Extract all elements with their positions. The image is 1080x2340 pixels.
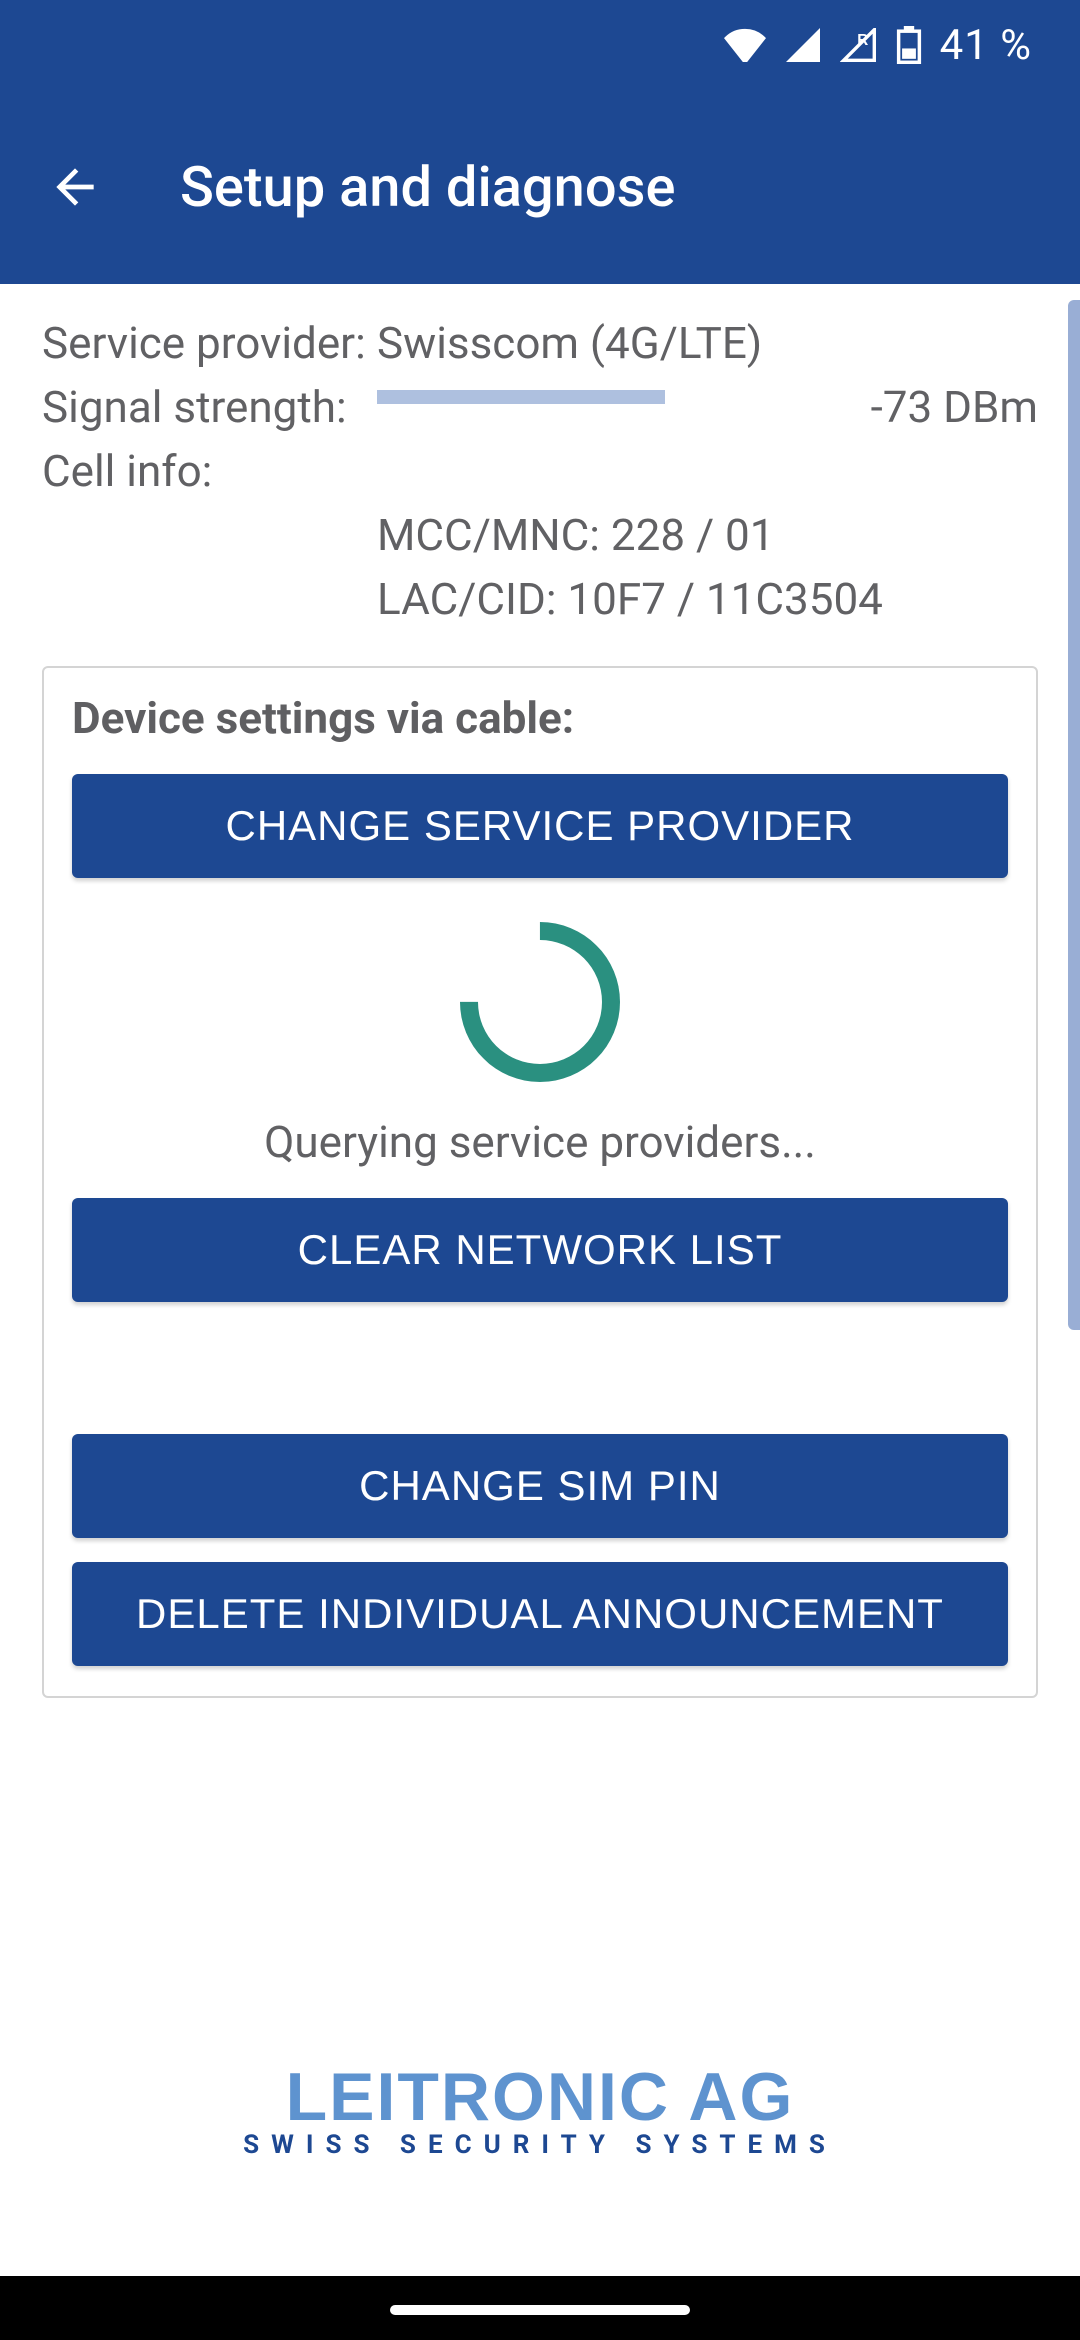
signal-bar (377, 378, 871, 436)
value-mccmnc: MCC/MNC: 228 / 01 (377, 506, 1038, 564)
content: Service provider: Swisscom (4G/LTE) Sign… (0, 284, 1080, 1698)
battery-percent: 41 % (940, 21, 1032, 70)
value-laccid: LAC/CID: 10F7 / 11C3504 (377, 570, 1038, 628)
brand-line1: LEITRONIC AG (0, 2058, 1080, 2136)
back-button[interactable] (40, 152, 110, 222)
signal-roaming-icon: R (840, 28, 878, 62)
card-title: Device settings via cable: (72, 692, 1008, 744)
svg-text:R: R (857, 32, 868, 49)
app-bar: Setup and diagnose (0, 90, 1080, 284)
label-provider: Service provider: (42, 314, 377, 372)
device-settings-card: Device settings via cable: CHANGE SERVIC… (42, 666, 1038, 1698)
change-sim-pin-button[interactable]: CHANGE SIM PIN (72, 1434, 1008, 1538)
querying-text: Querying service providers... (72, 1116, 1008, 1168)
gap (72, 1326, 1008, 1434)
page-title: Setup and diagnose (180, 154, 675, 220)
label-cellinfo: Cell info: (42, 442, 377, 500)
brand-line2: SWISS SECURITY SYSTEMS (0, 2130, 1080, 2160)
cellinfo-spacer (377, 442, 1038, 500)
value-signal-dbm: -73 DBm (871, 378, 1038, 436)
nav-pill[interactable] (390, 2305, 690, 2315)
delete-individual-announcement-button[interactable]: DELETE INDIVIDUAL ANNOUNCEMENT (72, 1562, 1008, 1666)
signal-icon (784, 28, 822, 62)
status-bar: R 41 % (0, 0, 1080, 90)
value-provider: Swisscom (4G/LTE) (377, 314, 1038, 372)
spinner-icon (427, 889, 653, 1115)
change-service-provider-button[interactable]: CHANGE SERVICE PROVIDER (72, 774, 1008, 878)
wifi-icon (724, 28, 766, 62)
clear-network-list-button[interactable]: CLEAR NETWORK LIST (72, 1198, 1008, 1302)
info-grid: Service provider: Swisscom (4G/LTE) Sign… (42, 314, 1038, 628)
label-signal: Signal strength: (42, 378, 377, 436)
android-nav-bar (0, 2276, 1080, 2340)
brand-logo: LEITRONIC AG SWISS SECURITY SYSTEMS (0, 2058, 1080, 2160)
scrollbar[interactable] (1068, 300, 1080, 1330)
battery-icon (896, 26, 922, 64)
spinner-area: Querying service providers... (72, 902, 1008, 1168)
